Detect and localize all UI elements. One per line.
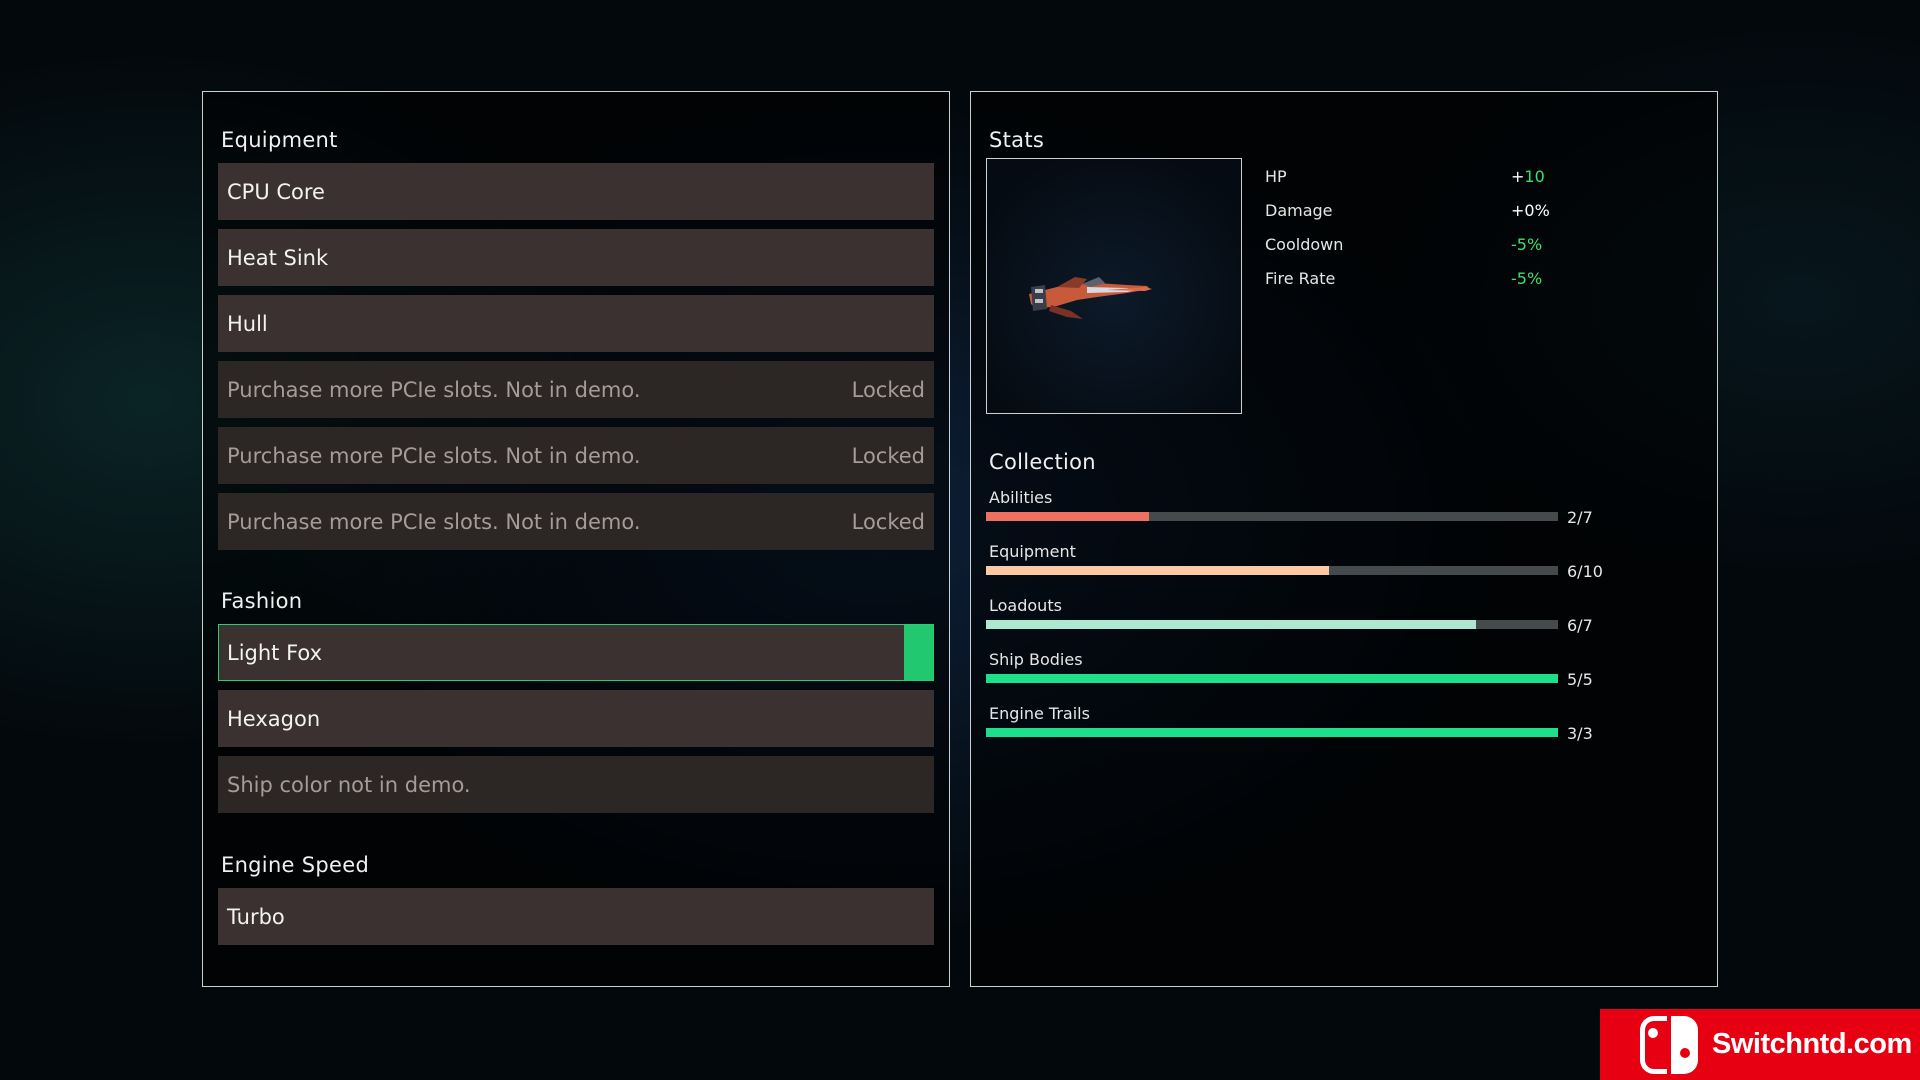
slot-label: Purchase more PCIe slots. Not in demo. [227,509,641,534]
collection-progress-bar [986,728,1558,737]
slot-label: Ship color not in demo. [227,772,471,797]
locked-status: Locked [851,443,925,468]
fashion-slot-light-fox[interactable]: Light Fox [218,624,934,681]
stat-number: 10 [1524,167,1545,186]
stat-sign: + [1511,201,1525,220]
fashion-slot-hexagon[interactable]: Hexagon [218,690,934,747]
stat-row-fire-rate: Fire Rate -5% [1265,269,1565,291]
stat-label: Fire Rate [1265,269,1336,288]
stat-sign: + [1511,167,1525,186]
collection-progress-fill [986,566,1330,575]
collection-label: Abilities [989,488,1053,507]
collection-count: 6/10 [1567,562,1603,581]
stats-panel: Stats HP +10 Damage +0% Cooldown -5% Fir… [970,91,1718,987]
stat-number: 0% [1524,201,1550,220]
collection-label: Loadouts [989,596,1062,615]
nintendo-switch-logo-icon [1640,1014,1702,1076]
collection-count: 2/7 [1567,508,1593,527]
collection-label: Ship Bodies [989,650,1083,669]
fashion-slot-ship-color[interactable]: Ship color not in demo. [218,756,934,813]
collection-progress-bar [986,566,1558,575]
collection-section-title: Collection [989,450,1096,474]
watermark-text: Switchntd.com [1712,1028,1912,1060]
locked-status: Locked [851,509,925,534]
equipment-slot-cpu-core[interactable]: CPU Core [218,163,934,220]
stat-row-cooldown: Cooldown -5% [1265,235,1565,257]
collection-progress-fill [986,674,1558,683]
stat-number: 5% [1516,235,1543,254]
equipment-slot-hull[interactable]: Hull [218,295,934,352]
ship-preview [986,158,1242,414]
equipment-slot-locked[interactable]: Purchase more PCIe slots. Not in demo. L… [218,427,934,484]
loadout-panel: Equipment CPU Core Heat Sink Hull Purcha… [202,91,950,987]
slot-label: Light Fox [227,640,323,665]
slot-label: Turbo [227,904,285,929]
equipment-slot-heat-sink[interactable]: Heat Sink [218,229,934,286]
equipment-slot-locked[interactable]: Purchase more PCIe slots. Not in demo. L… [218,493,934,550]
stat-number: 5% [1516,269,1543,288]
collection-label: Engine Trails [989,704,1090,723]
slot-label: Hull [227,311,268,336]
slot-label: CPU Core [227,179,325,204]
stat-label: HP [1265,167,1287,186]
stat-value: -5% [1511,235,1542,254]
stat-row-hp: HP +10 [1265,167,1565,189]
spaceship-icon [1029,277,1152,319]
stat-label: Damage [1265,201,1333,220]
locked-status: Locked [851,377,925,402]
collection-label: Equipment [989,542,1076,561]
selection-marker [904,625,933,680]
equipment-section-title: Equipment [221,128,338,152]
collection-count: 6/7 [1567,616,1593,635]
collection-progress-fill [986,512,1150,521]
collection-progress-bar [986,620,1558,629]
stat-value: +10 [1511,167,1545,186]
engine-speed-section-title: Engine Speed [221,853,370,877]
stat-value: -5% [1511,269,1542,288]
collection-progress-fill [986,728,1558,737]
slot-label: Purchase more PCIe slots. Not in demo. [227,377,641,402]
stat-row-damage: Damage +0% [1265,201,1565,223]
engine-speed-slot-turbo[interactable]: Turbo [218,888,934,945]
collection-count: 5/5 [1567,670,1593,689]
stats-section-title: Stats [989,128,1045,152]
slot-label: Hexagon [227,706,321,731]
stat-label: Cooldown [1265,235,1344,254]
stat-value: +0% [1511,201,1550,220]
slot-label: Heat Sink [227,245,329,270]
equipment-slot-locked[interactable]: Purchase more PCIe slots. Not in demo. L… [218,361,934,418]
collection-progress-bar [986,674,1558,683]
watermark-banner: Switchntd.com [1600,1009,1920,1080]
collection-progress-fill [986,620,1477,629]
collection-count: 3/3 [1567,724,1593,743]
slot-label: Purchase more PCIe slots. Not in demo. [227,443,641,468]
collection-progress-bar [986,512,1558,521]
fashion-section-title: Fashion [221,589,303,613]
